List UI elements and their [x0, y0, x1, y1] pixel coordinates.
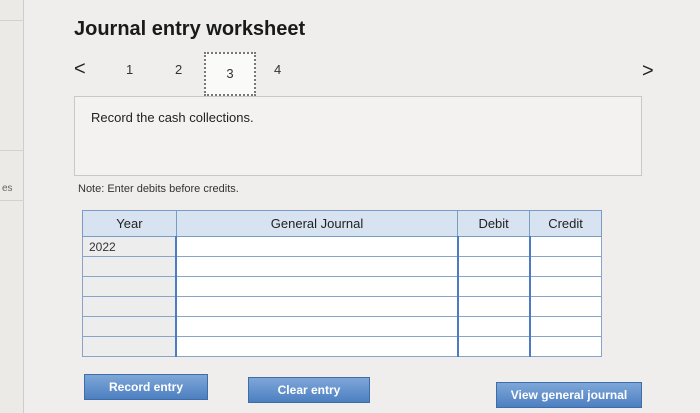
table-row	[82, 256, 602, 277]
instruction-text: Record the cash collections.	[91, 110, 254, 125]
side-divider	[0, 150, 24, 151]
credit-input[interactable]	[528, 296, 602, 317]
table-row	[82, 276, 602, 297]
table-header-row: Year General Journal Debit Credit	[82, 210, 602, 237]
debit-input[interactable]	[456, 256, 531, 277]
debit-input[interactable]	[456, 276, 531, 297]
page-title: Journal entry worksheet	[74, 18, 306, 40]
step-1[interactable]: 1	[126, 62, 133, 77]
year-select[interactable]	[82, 296, 177, 317]
account-input[interactable]	[175, 236, 459, 257]
header-general-journal: General Journal	[175, 210, 459, 237]
clear-entry-button[interactable]: Clear entry	[248, 377, 370, 403]
debit-input[interactable]	[456, 236, 531, 257]
credit-input[interactable]	[528, 336, 602, 357]
header-year: Year	[82, 210, 177, 237]
side-panel-edge: es	[0, 0, 24, 413]
year-select[interactable]	[82, 276, 177, 297]
chevron-right-icon[interactable]: >	[642, 60, 654, 83]
year-select[interactable]: 2022	[82, 236, 177, 257]
debit-input[interactable]	[456, 296, 531, 317]
account-input[interactable]	[175, 276, 459, 297]
step-4[interactable]: 4	[274, 62, 281, 77]
account-input[interactable]	[175, 256, 459, 277]
credit-input[interactable]	[528, 316, 602, 337]
chevron-left-icon[interactable]: <	[74, 58, 86, 81]
account-input[interactable]	[175, 336, 459, 357]
table-row: 2022	[82, 236, 602, 257]
side-divider	[0, 200, 24, 201]
account-input[interactable]	[175, 316, 459, 337]
instruction-box: Record the cash collections.	[74, 96, 642, 176]
journal-worksheet-panel: Journal entry worksheet < 1 2 3 4 > Reco…	[24, 0, 700, 413]
table-row	[82, 296, 602, 317]
credit-input[interactable]	[528, 256, 602, 277]
note-text: Note: Enter debits before credits.	[78, 183, 239, 195]
table-row	[82, 316, 602, 337]
account-input[interactable]	[175, 296, 459, 317]
side-divider	[0, 20, 24, 21]
credit-input[interactable]	[528, 236, 602, 257]
journal-table: Year General Journal Debit Credit 2022	[82, 210, 602, 357]
record-entry-button[interactable]: Record entry	[84, 374, 208, 400]
header-debit: Debit	[457, 210, 531, 237]
side-panel-stub-text: es	[2, 183, 13, 194]
year-select[interactable]	[82, 316, 177, 337]
step-3-active[interactable]: 3	[204, 52, 256, 96]
debit-input[interactable]	[456, 336, 531, 357]
step-2[interactable]: 2	[175, 62, 182, 77]
credit-input[interactable]	[528, 276, 602, 297]
year-select[interactable]	[82, 256, 177, 277]
header-credit: Credit	[529, 210, 602, 237]
view-general-journal-button[interactable]: View general journal	[496, 382, 642, 408]
debit-input[interactable]	[456, 316, 531, 337]
year-select[interactable]	[82, 336, 177, 357]
table-row	[82, 336, 602, 357]
